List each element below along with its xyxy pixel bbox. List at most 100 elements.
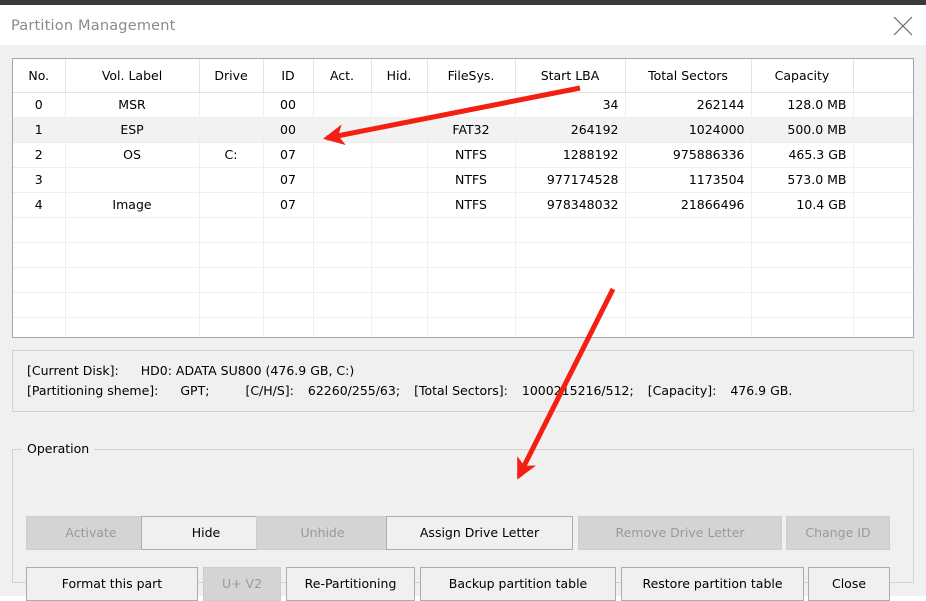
- cell-start-lba: 978348032: [515, 192, 626, 218]
- cell-no: 0: [13, 92, 66, 118]
- hide-button[interactable]: Hide: [141, 516, 271, 550]
- cell-empty: [853, 242, 913, 268]
- cell-empty: [371, 267, 428, 293]
- cell-empty: [751, 242, 854, 268]
- column-header-start-lba[interactable]: Start LBA: [515, 59, 626, 93]
- cell-empty: [313, 242, 372, 268]
- cell-empty: [853, 217, 913, 243]
- cell-empty: [853, 317, 913, 337]
- cell-total-sectors: 21866496: [625, 192, 752, 218]
- cell-hid: [371, 117, 428, 143]
- cell-empty: [65, 267, 200, 293]
- cell-drive: [199, 117, 264, 143]
- partitioning-scheme-value: GPT;: [180, 383, 210, 398]
- cell-id: 07: [263, 142, 314, 168]
- column-header-drive[interactable]: Drive: [199, 59, 264, 93]
- button-label: U+ V2: [221, 575, 263, 591]
- column-header-hid[interactable]: Hid.: [371, 59, 428, 93]
- close-button[interactable]: [879, 5, 926, 45]
- button-label: Change ID: [805, 524, 871, 540]
- button-label: Hide: [191, 524, 221, 540]
- button-label: Re-Partitioning: [304, 575, 397, 591]
- assign-drive-letter-button[interactable]: Assign Drive Letter: [386, 516, 573, 550]
- table-row[interactable]: 1 ESP 00 FAT32 264192 1024000 500.0 MB: [13, 117, 913, 143]
- column-header-vol-label[interactable]: Vol. Label: [65, 59, 200, 93]
- cell-empty: [751, 267, 854, 293]
- cell-hid: [371, 192, 428, 218]
- cell-empty: [65, 242, 200, 268]
- current-disk-value: HD0: ADATA SU800 (476.9 GB, C:): [140, 363, 355, 378]
- cell-total-sectors: 1024000: [625, 117, 752, 143]
- disk-info-panel: [Current Disk]: HD0: ADATA SU800 (476.9 G…: [12, 350, 914, 412]
- cell-filler: [853, 117, 913, 143]
- cell-empty: [13, 292, 66, 318]
- table-row-empty[interactable]: [13, 317, 913, 337]
- table-row[interactable]: 2 OS C: 07 NTFS 1288192 975886336 465.3 GB: [13, 142, 913, 168]
- cell-filler: [853, 192, 913, 218]
- cell-empty: [751, 217, 854, 243]
- button-label: Unhide: [300, 524, 345, 540]
- table-row[interactable]: 3 07 NTFS 977174528 1173504 573.0 MB: [13, 167, 913, 193]
- total-sectors-value: 1000215216/512;: [521, 383, 634, 398]
- chs-label: [C/H/S]:: [245, 383, 294, 398]
- cell-vol-label: MSR: [65, 92, 200, 118]
- cell-act: [313, 142, 372, 168]
- cell-empty: [263, 217, 314, 243]
- cell-empty: [199, 317, 264, 337]
- current-disk-label: [Current Disk]:: [27, 363, 119, 378]
- partition-management-window: Partition Management No. Vol. Label Driv…: [0, 0, 926, 601]
- cell-empty: [13, 317, 66, 337]
- cell-empty: [371, 317, 428, 337]
- table-row[interactable]: 0 MSR 00 34 262144 128.0 MB: [13, 92, 913, 118]
- column-header-act[interactable]: Act.: [313, 59, 372, 93]
- table-row-empty[interactable]: [13, 242, 913, 268]
- button-label: Format this part: [61, 575, 163, 591]
- column-header-total-sectors[interactable]: Total Sectors: [625, 59, 752, 93]
- button-label: Backup partition table: [448, 575, 588, 591]
- column-header-id[interactable]: ID: [263, 59, 314, 93]
- table-row-empty[interactable]: [13, 217, 913, 243]
- cell-empty: [625, 267, 752, 293]
- cell-filesys: [427, 92, 516, 118]
- cell-id: 00: [263, 92, 314, 118]
- cell-empty: [13, 242, 66, 268]
- cell-hid: [371, 92, 428, 118]
- cell-empty: [515, 217, 626, 243]
- cell-capacity: 128.0 MB: [751, 92, 854, 118]
- cell-empty: [427, 217, 516, 243]
- cell-capacity: 10.4 GB: [751, 192, 854, 218]
- window-client-area: No. Vol. Label Drive ID Act. Hid. FileSy…: [0, 45, 926, 601]
- cell-drive: [199, 92, 264, 118]
- cell-empty: [199, 267, 264, 293]
- column-header-capacity[interactable]: Capacity: [751, 59, 854, 93]
- cell-empty: [263, 242, 314, 268]
- cell-hid: [371, 142, 428, 168]
- cell-empty: [199, 292, 264, 318]
- button-label: Close: [831, 575, 867, 591]
- cell-total-sectors: 262144: [625, 92, 752, 118]
- cell-id: 00: [263, 117, 314, 143]
- partitioning-scheme-label: [Partitioning sheme]:: [27, 383, 159, 398]
- cell-empty: [427, 242, 516, 268]
- cell-no: 4: [13, 192, 66, 218]
- operation-group-label: Operation: [22, 441, 95, 456]
- cell-empty: [853, 267, 913, 293]
- cell-no: 3: [13, 167, 66, 193]
- cell-total-sectors: 975886336: [625, 142, 752, 168]
- table-row-empty[interactable]: [13, 292, 913, 318]
- cell-vol-label: OS: [65, 142, 200, 168]
- total-sectors-label: [Total Sectors]:: [414, 383, 508, 398]
- column-header-filesys[interactable]: FileSys.: [427, 59, 516, 93]
- cell-empty: [515, 317, 626, 337]
- cell-empty: [13, 217, 66, 243]
- cell-empty: [371, 292, 428, 318]
- title-bar: Partition Management: [0, 5, 926, 45]
- cell-capacity: 500.0 MB: [751, 117, 854, 143]
- table-row-empty[interactable]: [13, 267, 913, 293]
- cell-empty: [199, 242, 264, 268]
- cell-empty: [13, 267, 66, 293]
- column-header-no[interactable]: No.: [13, 59, 66, 93]
- cell-empty: [263, 317, 314, 337]
- partition-table-container[interactable]: No. Vol. Label Drive ID Act. Hid. FileSy…: [12, 58, 914, 338]
- table-row[interactable]: 4 Image 07 NTFS 978348032 21866496 10.4 GB: [13, 192, 913, 218]
